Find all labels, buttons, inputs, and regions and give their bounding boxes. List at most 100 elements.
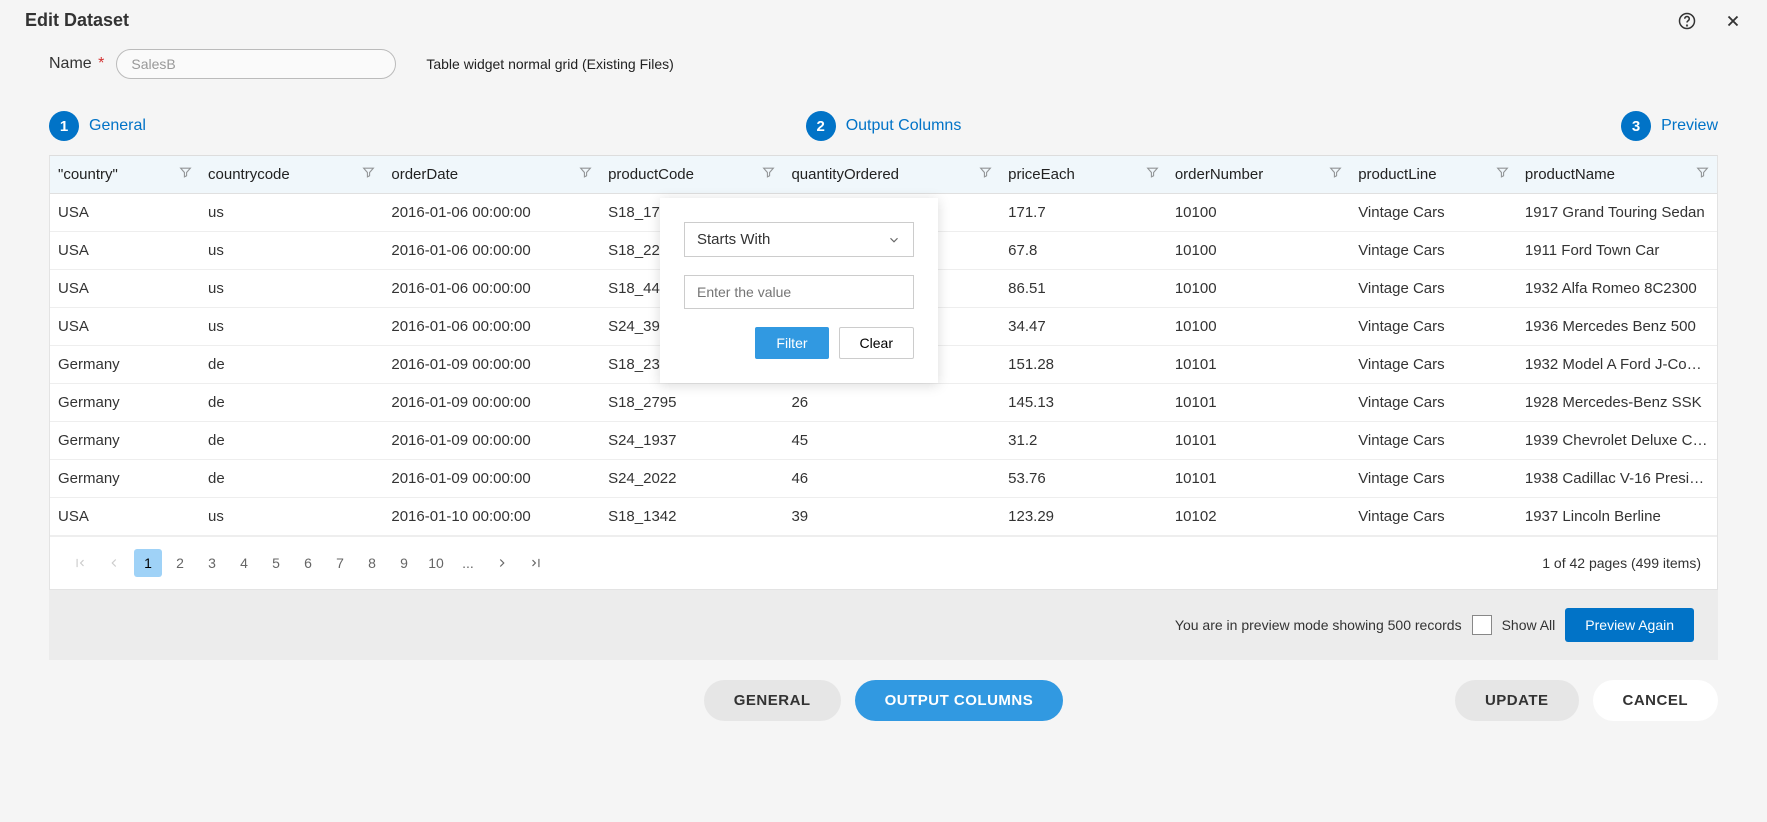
filter-icon[interactable] — [1696, 166, 1709, 183]
column-header[interactable]: "country" — [50, 156, 200, 194]
cancel-button[interactable]: CANCEL — [1593, 680, 1719, 721]
filter-value-input[interactable] — [684, 275, 914, 309]
name-input[interactable] — [116, 49, 396, 79]
table-cell: Vintage Cars — [1350, 460, 1517, 498]
step-preview[interactable]: 3 Preview — [1621, 111, 1718, 141]
table-cell: Vintage Cars — [1350, 422, 1517, 460]
table-cell: 2016-01-06 00:00:00 — [383, 308, 600, 346]
page-button[interactable]: 4 — [230, 549, 258, 577]
table-cell: USA — [50, 232, 200, 270]
table-cell: 1911 Ford Town Car — [1517, 232, 1717, 270]
page-button[interactable]: 5 — [262, 549, 290, 577]
table-cell: S18_2795 — [600, 384, 783, 422]
name-label: Name * — [49, 55, 104, 73]
filter-icon[interactable] — [979, 166, 992, 183]
column-header[interactable]: orderNumber — [1167, 156, 1350, 194]
column-header[interactable]: quantityOrdered — [783, 156, 1000, 194]
table-cell: us — [200, 498, 383, 536]
table-cell: 2016-01-06 00:00:00 — [383, 232, 600, 270]
filter-icon[interactable] — [1146, 166, 1159, 183]
table-cell: S24_2022 — [600, 460, 783, 498]
show-all-checkbox[interactable] — [1472, 615, 1492, 635]
table-cell: 10100 — [1167, 232, 1350, 270]
page-button[interactable]: 1 — [134, 549, 162, 577]
table-cell: 10100 — [1167, 270, 1350, 308]
table-cell: 2016-01-09 00:00:00 — [383, 422, 600, 460]
step-general[interactable]: 1 General — [49, 111, 146, 141]
table-cell: 1928 Mercedes-Benz SSK — [1517, 384, 1717, 422]
filter-icon[interactable] — [179, 166, 192, 183]
filter-icon[interactable] — [362, 166, 375, 183]
table-row: Germanyde2016-01-09 00:00:00S18_27952614… — [50, 384, 1717, 422]
help-icon[interactable] — [1678, 12, 1696, 30]
table-cell: us — [200, 232, 383, 270]
pagination-bar: 12345678910... 1 of 42 pages (499 items) — [50, 536, 1717, 589]
table-cell: 2016-01-06 00:00:00 — [383, 270, 600, 308]
column-header[interactable]: countrycode — [200, 156, 383, 194]
table-cell: 2016-01-09 00:00:00 — [383, 346, 600, 384]
page-button[interactable]: 10 — [422, 549, 450, 577]
table-cell: us — [200, 308, 383, 346]
filter-icon[interactable] — [1496, 166, 1509, 183]
page-button[interactable]: 7 — [326, 549, 354, 577]
table-cell: 26 — [783, 384, 1000, 422]
table-cell: 1932 Model A Ford J-Coupe — [1517, 346, 1717, 384]
page-prev-button[interactable] — [100, 549, 128, 577]
filter-icon[interactable] — [762, 166, 775, 183]
table-cell: 10101 — [1167, 346, 1350, 384]
step-label: Output Columns — [846, 117, 962, 135]
table-cell: Vintage Cars — [1350, 308, 1517, 346]
filter-operator-dropdown[interactable]: Starts With — [684, 222, 914, 257]
step-output-columns[interactable]: 2 Output Columns — [806, 111, 962, 141]
table-row: Germanyde2016-01-09 00:00:00S24_20224653… — [50, 460, 1717, 498]
column-label: quantityOrdered — [791, 166, 899, 183]
table-cell: 10101 — [1167, 422, 1350, 460]
page-button[interactable]: 3 — [198, 549, 226, 577]
table-cell: 34.47 — [1000, 308, 1167, 346]
table-cell: 45 — [783, 422, 1000, 460]
footer-general-button[interactable]: GENERAL — [704, 680, 841, 721]
table-cell: USA — [50, 194, 200, 232]
update-button[interactable]: UPDATE — [1455, 680, 1579, 721]
close-icon[interactable] — [1724, 12, 1742, 30]
page-button[interactable]: 9 — [390, 549, 418, 577]
table-cell: 1932 Alfa Romeo 8C2300 — [1517, 270, 1717, 308]
page-ellipsis[interactable]: ... — [454, 549, 482, 577]
filter-apply-button[interactable]: Filter — [755, 327, 828, 359]
column-header[interactable]: priceEach — [1000, 156, 1167, 194]
column-header[interactable]: productLine — [1350, 156, 1517, 194]
column-header[interactable]: orderDate — [383, 156, 600, 194]
table-cell: de — [200, 422, 383, 460]
page-button[interactable]: 2 — [166, 549, 194, 577]
table-cell: USA — [50, 308, 200, 346]
filter-clear-button[interactable]: Clear — [839, 327, 914, 359]
table-row: Germanyde2016-01-09 00:00:00S24_19374531… — [50, 422, 1717, 460]
table-cell: 10100 — [1167, 308, 1350, 346]
table-cell: 2016-01-06 00:00:00 — [383, 194, 600, 232]
show-all-label: Show All — [1502, 617, 1556, 633]
column-header[interactable]: productCode — [600, 156, 783, 194]
table-cell: 2016-01-09 00:00:00 — [383, 460, 600, 498]
table-cell: 10101 — [1167, 460, 1350, 498]
filter-icon[interactable] — [1329, 166, 1342, 183]
table-cell: 1937 Lincoln Berline — [1517, 498, 1717, 536]
page-next-button[interactable] — [488, 549, 516, 577]
page-last-button[interactable] — [522, 549, 550, 577]
filter-icon[interactable] — [579, 166, 592, 183]
preview-again-button[interactable]: Preview Again — [1565, 608, 1694, 642]
page-button[interactable]: 6 — [294, 549, 322, 577]
page-button[interactable]: 8 — [358, 549, 386, 577]
table-cell: de — [200, 460, 383, 498]
chevron-down-icon — [887, 233, 901, 247]
table-cell: de — [200, 384, 383, 422]
page-info: 1 of 42 pages (499 items) — [1542, 555, 1701, 571]
page-first-button[interactable] — [66, 549, 94, 577]
datasource-subtitle: Table widget normal grid (Existing Files… — [426, 56, 673, 72]
column-label: priceEach — [1008, 166, 1075, 183]
table-cell: Vintage Cars — [1350, 346, 1517, 384]
column-header[interactable]: productName — [1517, 156, 1717, 194]
step-badge: 3 — [1621, 111, 1651, 141]
table-cell: 1936 Mercedes Benz 500 — [1517, 308, 1717, 346]
footer-output-columns-button[interactable]: OUTPUT COLUMNS — [855, 680, 1064, 721]
table-cell: de — [200, 346, 383, 384]
